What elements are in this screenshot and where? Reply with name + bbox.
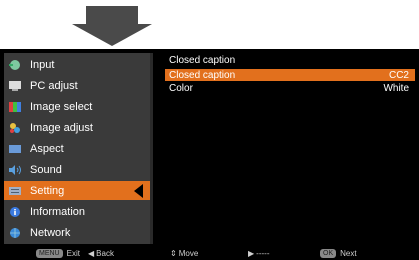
row-label: Color xyxy=(169,82,193,94)
information-icon xyxy=(8,205,23,218)
menu-item-image-adjust[interactable]: Image adjust xyxy=(4,118,150,137)
back-label: Back xyxy=(96,249,114,258)
menu-item-sound[interactable]: Sound xyxy=(4,160,150,179)
row-label: Closed caption xyxy=(169,69,236,81)
left-arrow-icon: ◀ xyxy=(88,249,95,258)
menu-item-label: Image select xyxy=(30,100,93,113)
aspect-icon xyxy=(8,142,23,155)
menu-item-setting[interactable]: Setting xyxy=(4,181,150,200)
exit-label: Exit xyxy=(66,249,80,258)
next-label: Next xyxy=(340,249,357,258)
pc-adjust-icon xyxy=(8,79,23,92)
footer-next-dash: ▶ ----- xyxy=(248,249,269,258)
setting-icon xyxy=(8,184,23,197)
main-menu: Input PC adjust Image select Image adjus… xyxy=(4,53,150,244)
ok-key-icon: OK xyxy=(320,249,337,258)
menu-item-label: PC adjust xyxy=(30,79,78,92)
image-adjust-icon xyxy=(8,121,23,134)
on-screen-display: Input PC adjust Image select Image adjus… xyxy=(0,49,419,260)
menu-item-label: Aspect xyxy=(30,142,64,155)
up-down-arrow-icon: ⇕ xyxy=(170,249,177,258)
menu-item-label: Network xyxy=(30,226,71,239)
footer-back: ◀ Back xyxy=(88,249,114,258)
panel-title: Closed caption xyxy=(169,55,236,66)
menu-item-label: Sound xyxy=(30,163,62,176)
submenu-panel: Closed caption Closed caption CC2 Color … xyxy=(153,49,419,248)
menu-item-label: Information xyxy=(30,205,86,218)
menu-item-label: Image adjust xyxy=(30,121,93,134)
menu-item-network[interactable]: Network xyxy=(4,223,150,242)
input-icon xyxy=(8,58,23,71)
network-icon xyxy=(8,226,23,239)
menu-item-image-select[interactable]: Image select xyxy=(4,97,150,116)
row-value: CC2 xyxy=(388,69,409,81)
footer-exit: MENU Exit xyxy=(36,249,80,258)
image-select-icon xyxy=(8,100,23,113)
right-arrow-icon: ▶ xyxy=(248,249,255,258)
row-value: White xyxy=(383,82,409,94)
menu-item-label: Setting xyxy=(30,184,65,197)
next-dash-label: ----- xyxy=(256,249,270,258)
menu-key-icon: MENU xyxy=(36,249,63,258)
selection-pointer-icon xyxy=(134,184,143,198)
footer-move: ⇕ Move xyxy=(170,249,198,258)
menu-item-information[interactable]: Information xyxy=(4,202,150,221)
menu-item-label: Input xyxy=(30,58,55,71)
sound-icon xyxy=(8,163,23,176)
submenu-row-color[interactable]: Color White xyxy=(165,82,415,94)
move-label: Move xyxy=(178,249,199,258)
menu-item-input[interactable]: Input xyxy=(4,55,150,74)
submenu-row-closed-caption[interactable]: Closed caption CC2 xyxy=(165,69,415,81)
down-arrow-icon xyxy=(72,6,152,46)
footer-hint-bar: MENU Exit ◀ Back ⇕ Move ▶ ----- OK Next xyxy=(0,248,419,260)
footer-next: OK Next xyxy=(320,249,357,258)
menu-item-aspect[interactable]: Aspect xyxy=(4,139,150,158)
menu-item-pc-adjust[interactable]: PC adjust xyxy=(4,76,150,95)
